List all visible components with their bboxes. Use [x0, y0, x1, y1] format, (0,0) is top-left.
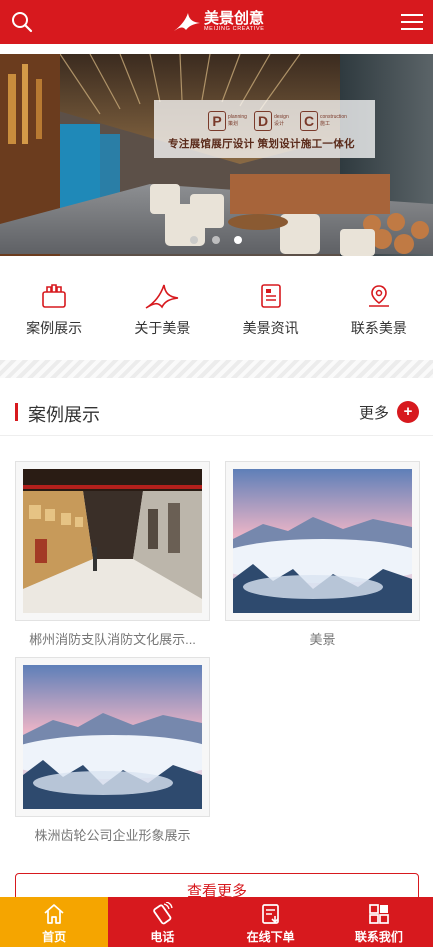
pdc-en: planning	[228, 114, 247, 120]
bottom-nav-label: 联系我们	[354, 930, 403, 944]
more-link[interactable]: 更多 +	[359, 401, 419, 423]
location-icon	[368, 285, 389, 307]
case-thumbnail	[15, 461, 210, 621]
case-card[interactable]: 美景	[225, 461, 420, 648]
grid-icon	[369, 904, 389, 924]
bottom-nav-contact[interactable]: 联系我们	[325, 897, 433, 947]
pdc-letter: C	[300, 111, 318, 131]
pdc-item: C construction 施工	[300, 111, 347, 131]
bottom-nav: 首页 电话 在线下单 联系我们	[0, 897, 433, 947]
slider-pagination	[190, 236, 242, 244]
pdc-cn: 施工	[320, 121, 331, 127]
section-accent-bar	[15, 403, 18, 421]
slider-dot[interactable]	[212, 236, 220, 244]
quicknav-cases[interactable]: 案例展示	[0, 278, 108, 342]
logo-mark-icon	[174, 13, 200, 31]
order-icon	[261, 904, 279, 924]
bottom-nav-phone[interactable]: 电话	[108, 897, 216, 947]
quicknav-label: 美景资讯	[242, 320, 299, 336]
pdc-letter: D	[254, 111, 272, 131]
menu-icon[interactable]	[401, 11, 423, 33]
case-image	[23, 469, 202, 613]
banner-caption: P planning 策划 D design 设计 C construction 施工…	[154, 100, 375, 158]
quicknav-label: 联系美景	[350, 320, 407, 336]
case-thumbnail	[15, 657, 210, 817]
section-header: 案例展示 更多 +	[0, 390, 433, 436]
bottom-nav-order[interactable]: 在线下单	[217, 897, 325, 947]
pdc-item: D design 设计	[254, 111, 296, 131]
home-icon	[44, 904, 64, 924]
quicknav-about[interactable]: 关于美景	[108, 278, 216, 342]
slider-dot-active[interactable]	[234, 236, 242, 244]
case-title: 株洲齿轮公司企业形象展示	[34, 828, 191, 843]
bottom-nav-label: 在线下单	[246, 930, 295, 944]
case-icon	[42, 284, 66, 308]
case-image	[233, 469, 412, 613]
pdc-letter: P	[208, 111, 226, 131]
slider-dot[interactable]	[190, 236, 198, 244]
search-icon[interactable]	[10, 10, 34, 34]
phone-icon	[153, 902, 174, 925]
quicknav-label: 案例展示	[26, 320, 83, 336]
banner-slogan: 专注展馆展厅设计 策划设计施工一体化	[168, 138, 355, 150]
case-card[interactable]: 株洲齿轮公司企业形象展示	[15, 657, 210, 844]
pdc-cn: 设计	[274, 121, 285, 127]
bottom-nav-label: 电话	[150, 930, 175, 944]
quicknav-news[interactable]: 美景资讯	[217, 278, 325, 342]
bottom-nav-label: 首页	[42, 930, 67, 944]
quicknav-label: 关于美景	[134, 320, 191, 336]
pdc-badges: P planning 策划 D design 设计 C construction 施工	[208, 111, 347, 131]
case-image	[23, 665, 202, 809]
pdc-cn: 策划	[228, 121, 239, 127]
pdc-en: design	[274, 114, 289, 120]
quicknav-contact[interactable]: 联系美景	[325, 278, 433, 342]
bottom-nav-home[interactable]: 首页	[0, 897, 109, 947]
pdc-en: construction	[320, 114, 347, 120]
top-header: 美景创意 MEIJING CREATIVE	[0, 0, 433, 44]
news-icon	[260, 284, 281, 308]
pdc-item: P planning 策划	[208, 111, 250, 131]
more-label: 更多	[358, 404, 389, 422]
section-divider	[0, 360, 433, 378]
logo-subtitle: MEIJING CREATIVE	[204, 26, 265, 32]
case-card[interactable]: 郴州消防支队消防文化展示...	[15, 461, 210, 648]
plus-icon: +	[397, 401, 419, 423]
case-thumbnail	[225, 461, 420, 621]
banner-slider[interactable]: P planning 策划 D design 设计 C construction 施工…	[0, 54, 433, 256]
case-title: 美景	[309, 632, 336, 647]
logo-title: 美景创意	[204, 10, 265, 27]
section-title: 案例展示	[28, 405, 100, 425]
quick-nav: 案例展示 关于美景 美景资讯 联系美景	[0, 278, 433, 342]
brand-logo[interactable]: 美景创意 MEIJING CREATIVE	[172, 8, 265, 36]
case-title: 郴州消防支队消防文化展示...	[29, 632, 196, 647]
brand-icon	[145, 284, 179, 309]
